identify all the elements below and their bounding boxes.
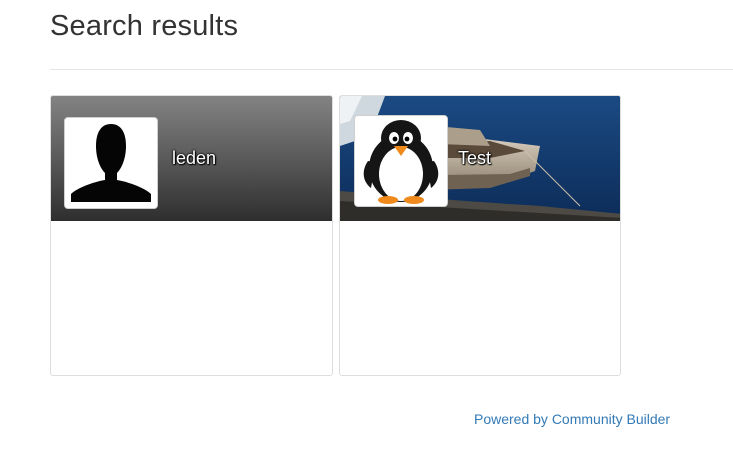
- default-silhouette-icon: [65, 118, 157, 208]
- penguin-icon: [355, 116, 447, 206]
- page-title: Search results: [50, 10, 239, 42]
- result-name-link[interactable]: Test: [458, 148, 491, 169]
- search-results-page: Search results leden Test Powered by Com…: [0, 0, 733, 456]
- powered-by-link[interactable]: Powered by Community Builder: [474, 411, 670, 427]
- result-card-leden[interactable]: leden: [50, 95, 333, 376]
- result-card-test[interactable]: Test: [339, 95, 621, 376]
- avatar[interactable]: [64, 117, 158, 209]
- result-name-link[interactable]: leden: [172, 148, 216, 169]
- header-divider: [50, 69, 733, 70]
- avatar[interactable]: [354, 115, 448, 207]
